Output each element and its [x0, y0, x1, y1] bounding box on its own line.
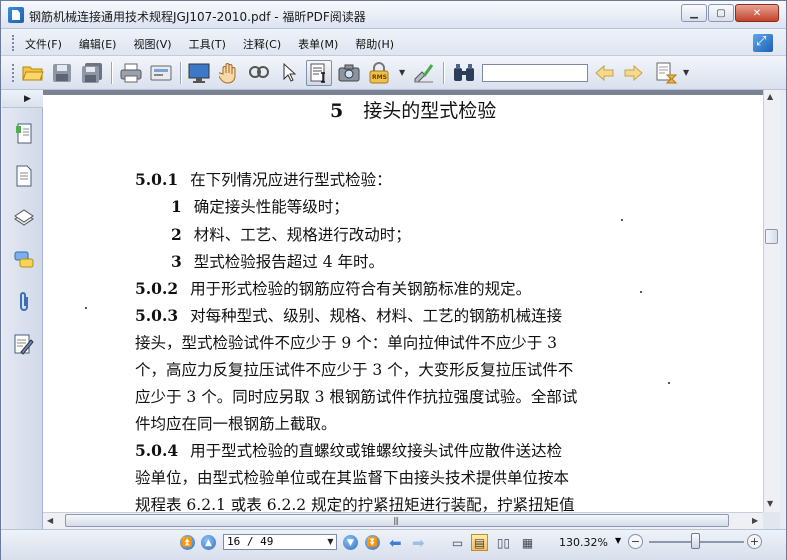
menu-edit[interactable]: 编辑(E): [79, 36, 117, 52]
scan-speck: [640, 291, 642, 293]
clause-line: 3 型式检验报告超过 4 年时。: [171, 252, 385, 271]
bookmarks-icon[interactable]: [13, 122, 35, 146]
fullscreen-icon[interactable]: [186, 60, 212, 86]
open-folder-icon[interactable]: [20, 60, 46, 86]
prev-result-icon[interactable]: [591, 60, 617, 86]
next-result-icon[interactable]: [621, 60, 647, 86]
menu-help[interactable]: 帮助(H): [355, 36, 394, 52]
menu-view[interactable]: 视图(V): [133, 36, 171, 52]
scroll-right-icon[interactable]: ▶: [752, 516, 758, 525]
first-page-icon[interactable]: ⏫: [180, 535, 195, 550]
continuous-facing-view-icon[interactable]: ▦: [519, 534, 536, 551]
chapter-title: 接头的型式检验: [363, 100, 497, 122]
scroll-grip-icon: |||: [393, 516, 399, 525]
scan-speck: [85, 307, 87, 309]
page-dropdown-icon[interactable]: ▼: [325, 535, 336, 549]
last-page-icon[interactable]: ⏬: [365, 535, 380, 550]
scroll-down-icon[interactable]: ▼: [767, 499, 773, 508]
go-forward-icon[interactable]: ➡: [412, 534, 425, 552]
signatures-icon[interactable]: [13, 332, 35, 356]
menubar-grip[interactable]: [12, 35, 15, 51]
menu-tools[interactable]: 工具(T): [189, 36, 226, 52]
scroll-up-icon[interactable]: ▲: [767, 92, 773, 101]
clause-line: 5.0.1 在下列情况应进行型式检验：: [135, 170, 392, 189]
continuous-view-icon[interactable]: ▤: [471, 534, 488, 551]
title-bar: 钢筋机械连接通用技术规程JGJ107-2010.pdf - 福昕PDF阅读器 ▁…: [1, 1, 786, 29]
clause-line: 5.0.4 用于型式检验的直螺纹或锥螺纹接头试件应散件送达检: [135, 441, 563, 460]
scroll-left-icon[interactable]: ◀: [47, 516, 53, 525]
text-select-icon[interactable]: [306, 60, 332, 86]
clause-line: 1 确定接头性能等级时；: [171, 197, 349, 216]
clause-line: 接头，型式检验试件不应少于 9 个：单向拉伸试件不应少于 3: [135, 334, 558, 352]
clause-line: 规程表 6.2.1 或表 6.2.2 规定的拧紧扭矩进行装配，拧紧扭矩值: [135, 496, 575, 512]
menu-form[interactable]: 表单(M): [298, 36, 338, 52]
document-page: 5 接头的型式检验 5.0.1 在下列情况应进行型式检验： 1 确定接头性能等级时；…: [43, 95, 763, 512]
clause-line: 2 材料、工艺、规格进行改动时；: [171, 225, 411, 244]
clause-line: 5.0.2 用于形式检验的钢筋应符合有关钢筋标准的规定。: [135, 279, 532, 298]
menu-bar: 文件(F) 编辑(E) 视图(V) 工具(T) 注释(C) 表单(M) 帮助(H…: [1, 29, 786, 56]
foxit-app-icon: [8, 7, 24, 23]
single-page-view-icon[interactable]: ▭: [449, 534, 466, 551]
rms-label: RMS: [372, 74, 387, 81]
scan-speck: [621, 219, 623, 221]
clause-line: 5.0.3 对每种型式、级别、规格、材料、工艺的钢筋机械连接: [135, 306, 563, 325]
scan-icon[interactable]: [148, 60, 174, 86]
search-input[interactable]: [482, 64, 588, 82]
clause-line: 验单位，由型式检验单位或在其监督下由接头技术提供单位按本: [135, 469, 570, 487]
application-window: 钢筋机械连接通用技术规程JGJ107-2010.pdf - 福昕PDF阅读器 ▁…: [0, 0, 787, 560]
rms-icon[interactable]: RMS: [367, 60, 393, 86]
zoom-in-button[interactable]: +: [747, 534, 762, 549]
toolbar-grip[interactable]: [12, 64, 15, 82]
close-button[interactable]: ✕: [735, 4, 779, 22]
clause-line: 应少于 3 个。同时应另取 3 根钢筋试件作抗拉强度试验。全部试: [135, 388, 578, 406]
print-icon[interactable]: [118, 60, 144, 86]
sign-icon[interactable]: [411, 60, 437, 86]
zoom-glass-icon[interactable]: [246, 60, 272, 86]
save-all-icon[interactable]: [79, 60, 105, 86]
menu-file[interactable]: 文件(F): [25, 36, 62, 52]
previous-page-icon[interactable]: ▲: [201, 535, 216, 550]
vertical-scrollbar[interactable]: [763, 90, 780, 512]
clause-line: 件均应在同一根钢筋上截取。: [135, 415, 337, 433]
window-title: 钢筋机械连接通用技术规程JGJ107-2010.pdf - 福昕PDF阅读器: [29, 10, 366, 24]
scan-speck: [668, 382, 670, 384]
highlight-dropdown-icon[interactable]: ▼: [683, 68, 689, 77]
pages-icon[interactable]: [13, 164, 35, 188]
menu-comment[interactable]: 注释(C): [243, 36, 281, 52]
find-icon[interactable]: [451, 60, 477, 86]
sidebar-expand-icon[interactable]: ▶: [24, 94, 31, 104]
expand-window-icon[interactable]: [753, 34, 773, 52]
maximize-button[interactable]: ▢: [708, 4, 734, 22]
zoom-level[interactable]: 130.32%: [559, 536, 608, 549]
save-icon[interactable]: [49, 60, 75, 86]
go-back-icon[interactable]: ⬅: [389, 534, 402, 552]
select-arrow-icon[interactable]: [276, 60, 302, 86]
rms-dropdown-icon[interactable]: ▼: [399, 68, 405, 77]
snapshot-icon[interactable]: [336, 60, 362, 86]
facing-view-icon[interactable]: ▯▯: [495, 534, 512, 551]
attachments-icon[interactable]: [13, 290, 35, 314]
chapter-number: 5: [330, 100, 344, 122]
scroll-corner: [763, 512, 780, 529]
clause-line: 个，高应力反复拉压试件不应少于 3 个，大变形反复拉压试件不: [135, 361, 574, 379]
hand-tool-icon[interactable]: [216, 60, 242, 86]
main-toolbar: RMS ▼ ▼: [1, 56, 786, 90]
layers-icon[interactable]: [13, 206, 35, 230]
chapter-heading: 5 接头的型式检验: [330, 96, 496, 123]
zoom-slider-thumb[interactable]: [691, 533, 700, 549]
sidebar-header: [2, 90, 43, 108]
vertical-scroll-thumb[interactable]: [765, 229, 778, 244]
comments-icon[interactable]: [13, 248, 35, 272]
next-page-icon[interactable]: ▼: [343, 535, 358, 550]
highlight-icon[interactable]: [653, 60, 679, 86]
zoom-dropdown-icon[interactable]: ▼: [615, 536, 621, 545]
navigation-sidebar: [2, 108, 43, 532]
page-number-field[interactable]: 16 / 49: [223, 534, 337, 550]
minimize-button[interactable]: ▁: [681, 4, 707, 22]
zoom-out-button[interactable]: −: [628, 534, 643, 549]
